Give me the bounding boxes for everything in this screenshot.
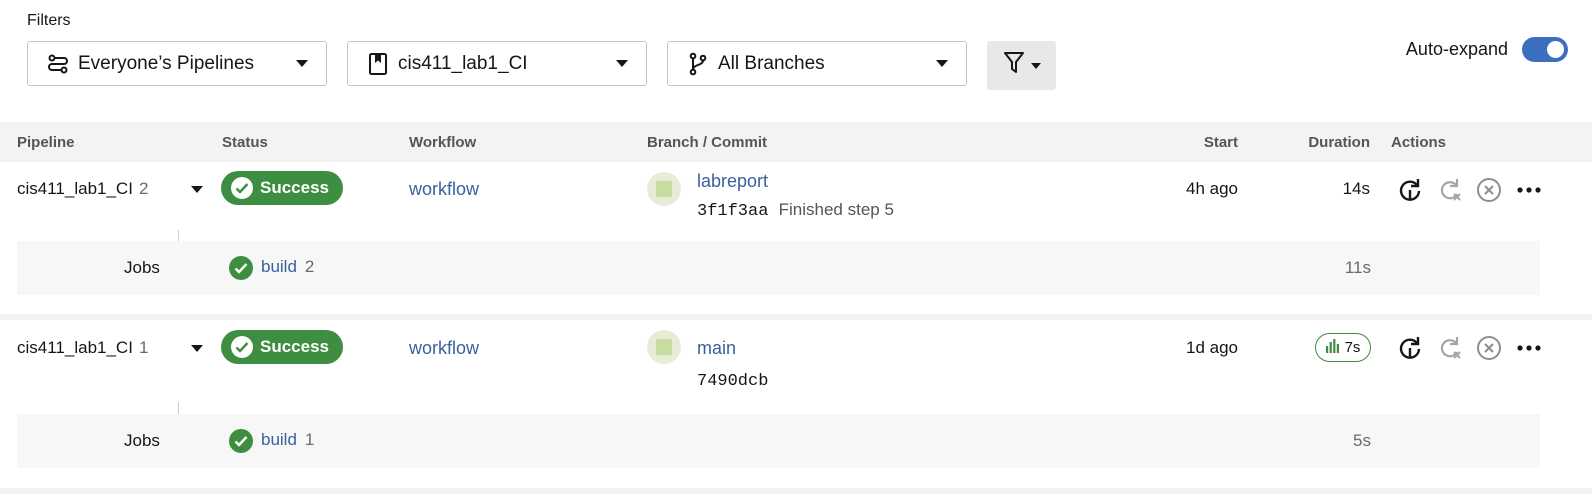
pipeline-row: cis411_lab1_CI 1 Success workflow main 74… xyxy=(0,320,1592,488)
filters-title: Filters xyxy=(27,12,71,29)
header-duration: Duration xyxy=(1308,134,1370,151)
branch-icon xyxy=(686,52,710,76)
job-success-icon xyxy=(229,429,253,453)
job-duration: 11s xyxy=(1344,258,1371,277)
expand-chevron-icon[interactable] xyxy=(191,186,203,193)
pipeline-project: cis411_lab1_CI xyxy=(17,338,133,357)
jobs-row: Jobs build 1 5s xyxy=(17,414,1540,468)
header-pipeline: Pipeline xyxy=(17,134,75,151)
rerun-icon[interactable] xyxy=(1396,334,1424,362)
check-circle-icon xyxy=(231,177,253,199)
status-badge[interactable]: Success xyxy=(221,330,343,364)
commit-hash[interactable]: 3f1f3aa xyxy=(697,202,768,221)
pipeline-number: 2 xyxy=(138,179,149,198)
job-success-icon xyxy=(229,256,253,280)
start-time: 4h ago xyxy=(1186,179,1238,198)
commit-hash[interactable]: 7490dcb xyxy=(697,372,768,391)
branch-link[interactable]: main xyxy=(697,338,736,359)
rerun-icon[interactable] xyxy=(1396,176,1424,204)
job-name: build xyxy=(261,430,297,449)
commit-message: Finished step 5 xyxy=(778,200,894,219)
chevron-down-icon xyxy=(616,60,628,67)
header-branch-commit: Branch / Commit xyxy=(647,134,768,151)
bookmark-icon xyxy=(366,52,390,76)
workflow-link[interactable]: workflow xyxy=(409,179,479,200)
bar-chart-icon xyxy=(1325,338,1339,357)
cancel-icon[interactable] xyxy=(1475,334,1503,362)
table-header: Pipeline Status Workflow Branch / Commit… xyxy=(0,122,1592,162)
pipelines-icon xyxy=(46,52,70,76)
duration: 14s xyxy=(1342,179,1370,198)
pipeline-number: 1 xyxy=(138,338,149,357)
row-divider xyxy=(0,488,1592,494)
commit-info: 7490dcb xyxy=(697,372,768,391)
advanced-filter-button[interactable] xyxy=(987,41,1056,90)
status-label: Success xyxy=(260,337,329,356)
rerun-failed-icon[interactable] xyxy=(1436,334,1464,362)
header-actions: Actions xyxy=(1391,134,1447,151)
branch-filter-dropdown[interactable]: All Branches xyxy=(667,41,967,86)
pipelines-filter-dropdown[interactable]: Everyone’s Pipelines xyxy=(27,41,327,86)
branch-link[interactable]: labreport xyxy=(697,171,768,192)
more-options-icon[interactable] xyxy=(1515,176,1543,204)
chevron-down-icon xyxy=(936,60,948,67)
avatar xyxy=(647,330,681,364)
pipeline-name[interactable]: cis411_lab1_CI 1 xyxy=(17,338,148,358)
header-workflow: Workflow xyxy=(409,134,477,151)
more-options-icon[interactable] xyxy=(1515,334,1543,362)
job-link[interactable]: build 2 xyxy=(261,257,314,277)
toggle-knob xyxy=(1547,41,1564,58)
cancel-icon[interactable] xyxy=(1475,176,1503,204)
expand-chevron-icon[interactable] xyxy=(191,345,203,352)
jobs-label: Jobs xyxy=(124,258,160,277)
header-start: Start xyxy=(1203,134,1238,151)
jobs-label: Jobs xyxy=(124,431,160,450)
duration: 7s xyxy=(1344,339,1361,356)
auto-expand-toggle[interactable] xyxy=(1522,37,1568,62)
chevron-down-icon xyxy=(1030,62,1041,69)
pipelines-filter-label: Everyone’s Pipelines xyxy=(78,52,255,74)
workflow-link[interactable]: workflow xyxy=(409,338,479,359)
job-name: build xyxy=(261,257,297,276)
project-filter-dropdown[interactable]: cis411_lab1_CI xyxy=(347,41,647,86)
chevron-down-icon xyxy=(296,60,308,67)
job-number: 2 xyxy=(304,257,315,276)
job-link[interactable]: build 1 xyxy=(261,430,314,450)
job-duration: 5s xyxy=(1353,431,1371,450)
project-filter-label: cis411_lab1_CI xyxy=(398,52,528,74)
pipeline-name[interactable]: cis411_lab1_CI 2 xyxy=(17,179,148,199)
auto-expand-label: Auto-expand xyxy=(1405,39,1508,59)
filter-funnel-icon xyxy=(1003,51,1025,80)
job-number: 1 xyxy=(304,430,315,449)
avatar xyxy=(647,172,681,206)
insights-duration-badge[interactable]: 7s xyxy=(1315,333,1371,362)
status-label: Success xyxy=(260,178,329,197)
pipeline-row: cis411_lab1_CI 2 Success workflow labrepo… xyxy=(0,162,1592,314)
start-time: 1d ago xyxy=(1186,338,1238,357)
auto-expand-control: Auto-expand xyxy=(1406,37,1568,62)
header-status: Status xyxy=(222,134,268,151)
status-badge[interactable]: Success xyxy=(221,171,343,205)
branch-filter-label: All Branches xyxy=(718,52,825,74)
pipeline-project: cis411_lab1_CI xyxy=(17,179,133,198)
commit-info: 3f1f3aa Finished step 5 xyxy=(697,200,894,221)
rerun-failed-icon[interactable] xyxy=(1436,176,1464,204)
check-circle-icon xyxy=(231,336,253,358)
jobs-row: Jobs build 2 11s xyxy=(17,241,1540,295)
